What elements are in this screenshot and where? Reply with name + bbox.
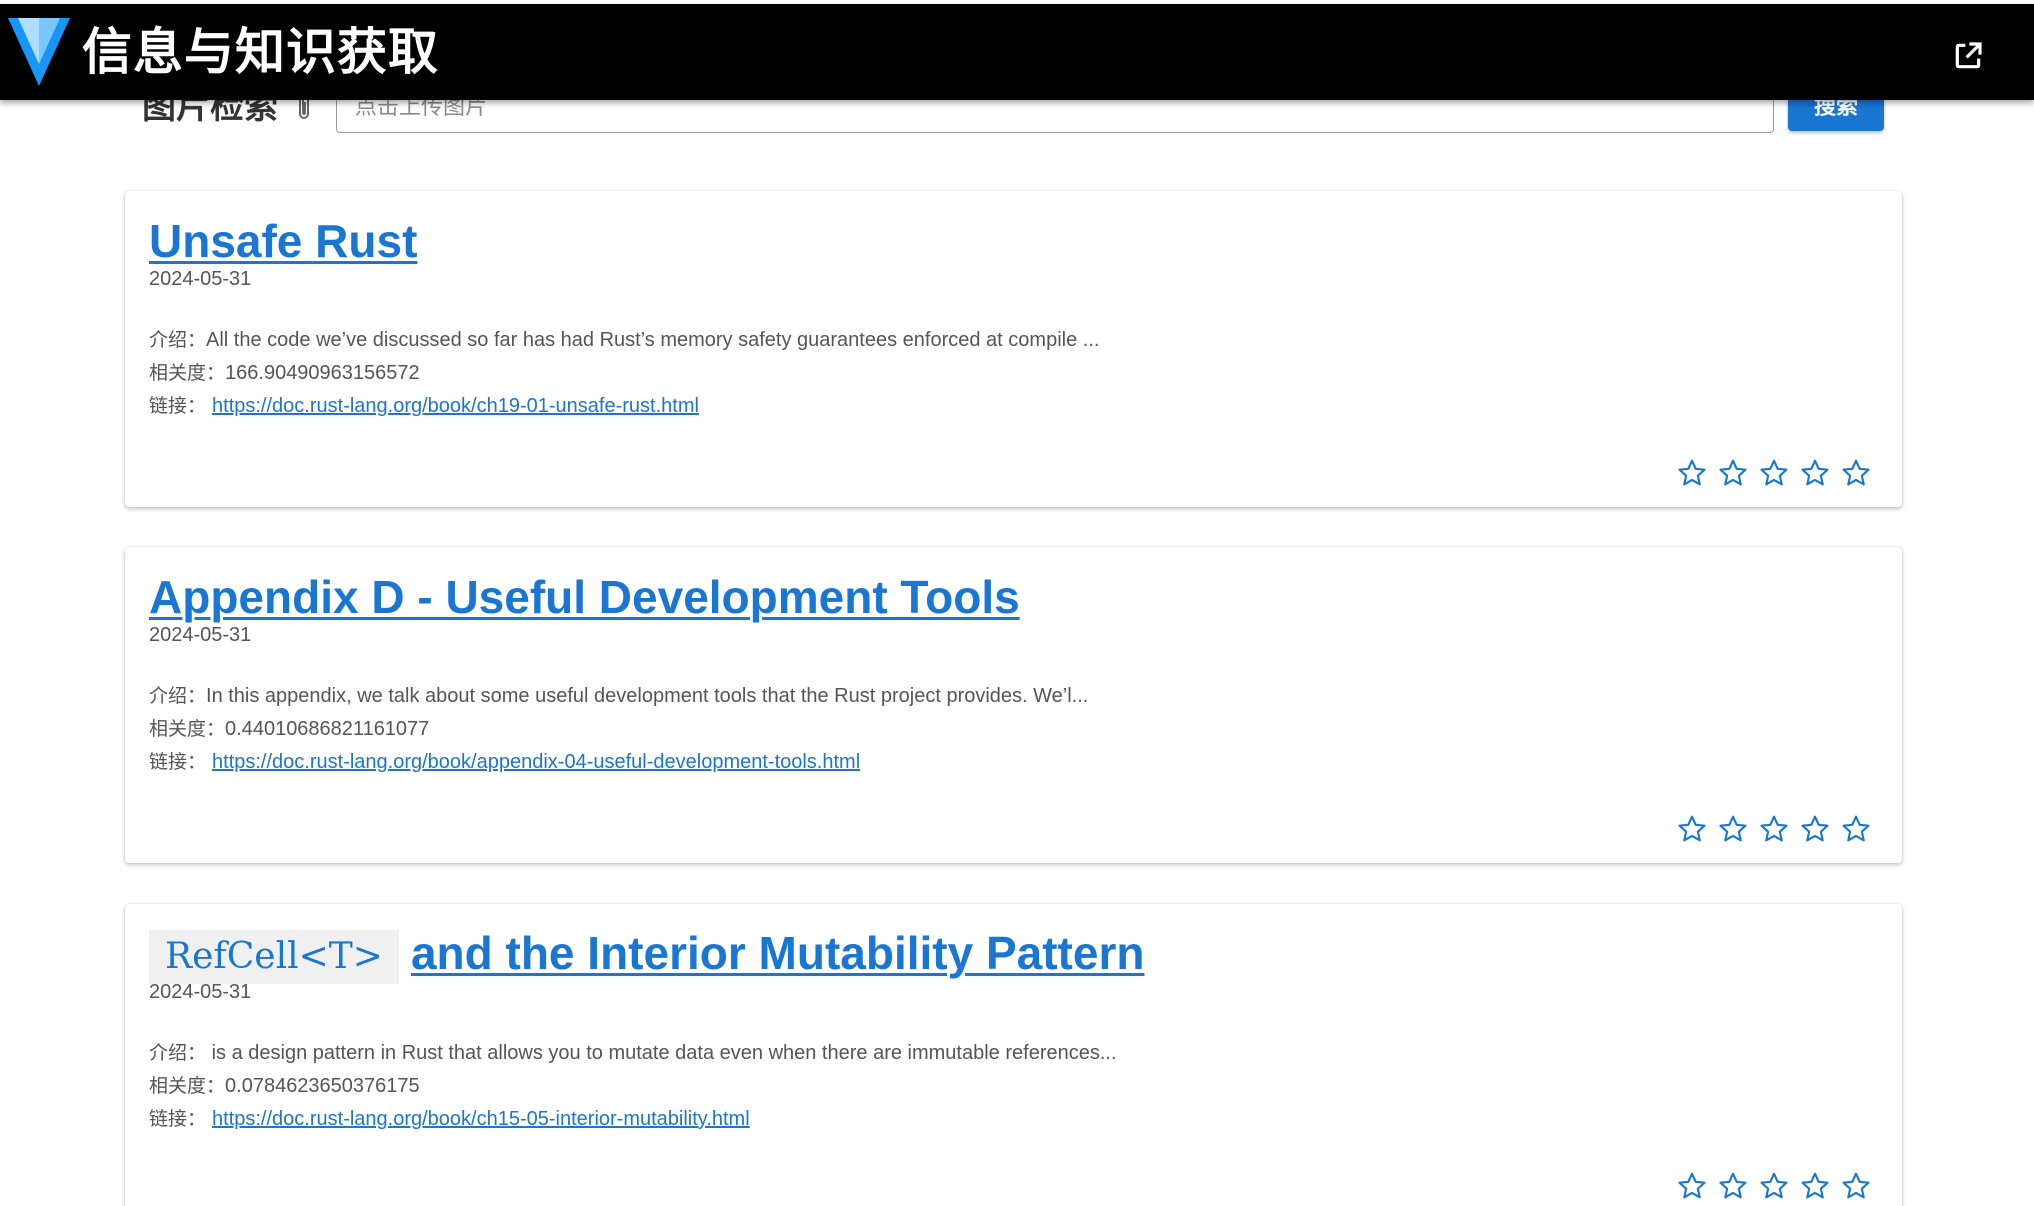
rating-stars [1676, 1170, 1872, 1202]
result-link-row: 链接： https://doc.rust-lang.org/book/ch15-0… [149, 1104, 750, 1131]
result-title-text[interactable]: Unsafe Rust [149, 215, 417, 267]
vuetify-logo-icon [8, 18, 70, 86]
result-title[interactable]: RefCell<T> and the Interior Mutability Pa… [149, 925, 1144, 984]
result-title-text[interactable]: Appendix D - Useful Development Tools [149, 571, 1020, 623]
relevance-label: 相关度： [149, 1075, 226, 1097]
result-relevance: 相关度：166.90490963156572 [149, 358, 420, 385]
star-outline-icon[interactable] [1840, 1170, 1872, 1202]
rating-stars [1676, 813, 1872, 845]
app-bar: 信息与知识获取 [0, 4, 2034, 100]
result-title-code[interactable]: RefCell<T> [149, 929, 399, 984]
star-outline-icon[interactable] [1840, 457, 1872, 489]
result-link[interactable]: https://doc.rust-lang.org/book/appendix-… [212, 751, 860, 773]
star-outline-icon[interactable] [1717, 813, 1749, 845]
result-link[interactable]: https://doc.rust-lang.org/book/ch15-05-i… [212, 1108, 750, 1130]
result-title[interactable]: Unsafe Rust [149, 213, 417, 269]
star-outline-icon[interactable] [1840, 813, 1872, 845]
result-relevance: 相关度：0.0784623650376175 [149, 1071, 420, 1098]
star-outline-icon[interactable] [1799, 457, 1831, 489]
star-outline-icon[interactable] [1758, 1170, 1790, 1202]
open-in-new-icon[interactable] [1952, 40, 1984, 72]
intro-label: 介绍： [149, 685, 207, 707]
intro-label: 介绍： [149, 329, 207, 351]
result-title-text[interactable]: and the Interior Mutability Pattern [411, 927, 1145, 979]
star-outline-icon[interactable] [1676, 813, 1708, 845]
result-date: 2024-05-31 [149, 624, 252, 646]
link-label: 链接： [149, 751, 207, 773]
result-intro: 介绍：All the code we’ve discussed so far h… [149, 325, 1099, 352]
result-link[interactable]: https://doc.rust-lang.org/book/ch19-01-u… [212, 395, 699, 417]
star-outline-icon[interactable] [1717, 1170, 1749, 1202]
star-outline-icon[interactable] [1799, 813, 1831, 845]
rating-stars [1676, 457, 1872, 489]
intro-label: 介绍： [149, 1042, 207, 1064]
result-relevance: 相关度：0.44010686821161077 [149, 714, 429, 741]
star-outline-icon[interactable] [1676, 1170, 1708, 1202]
intro-text: All the code we’ve discussed so far has … [206, 329, 1100, 351]
result-card: RefCell<T> and the Interior Mutability Pa… [125, 904, 1902, 1206]
star-outline-icon[interactable] [1799, 1170, 1831, 1202]
relevance-label: 相关度： [149, 718, 226, 740]
relevance-value: 0.0784623650376175 [225, 1075, 420, 1097]
relevance-value: 166.90490963156572 [225, 362, 420, 384]
result-link-row: 链接： https://doc.rust-lang.org/book/ch19-0… [149, 391, 699, 418]
relevance-label: 相关度： [149, 362, 226, 384]
star-outline-icon[interactable] [1676, 457, 1708, 489]
result-title[interactable]: Appendix D - Useful Development Tools [149, 569, 1020, 625]
star-outline-icon[interactable] [1758, 813, 1790, 845]
link-label: 链接： [149, 395, 207, 417]
result-card: Unsafe Rust 2024-05-31 介绍：All the code w… [125, 191, 1902, 507]
app-title: 信息与知识获取 [82, 23, 439, 81]
result-link-row: 链接： https://doc.rust-lang.org/book/append… [149, 747, 860, 774]
star-outline-icon[interactable] [1717, 457, 1749, 489]
intro-text: is a design pattern in Rust that allows … [206, 1042, 1117, 1064]
link-label: 链接： [149, 1108, 207, 1130]
relevance-value: 0.44010686821161077 [225, 718, 430, 740]
intro-text: In this appendix, we talk about some use… [206, 685, 1089, 707]
star-outline-icon[interactable] [1758, 457, 1790, 489]
result-date: 2024-05-31 [149, 268, 252, 290]
result-date: 2024-05-31 [149, 981, 252, 1003]
result-intro: 介绍：In this appendix, we talk about some … [149, 681, 1088, 708]
result-card: Appendix D - Useful Development Tools 20… [125, 547, 1902, 863]
result-intro: 介绍： is a design pattern in Rust that all… [149, 1038, 1117, 1065]
